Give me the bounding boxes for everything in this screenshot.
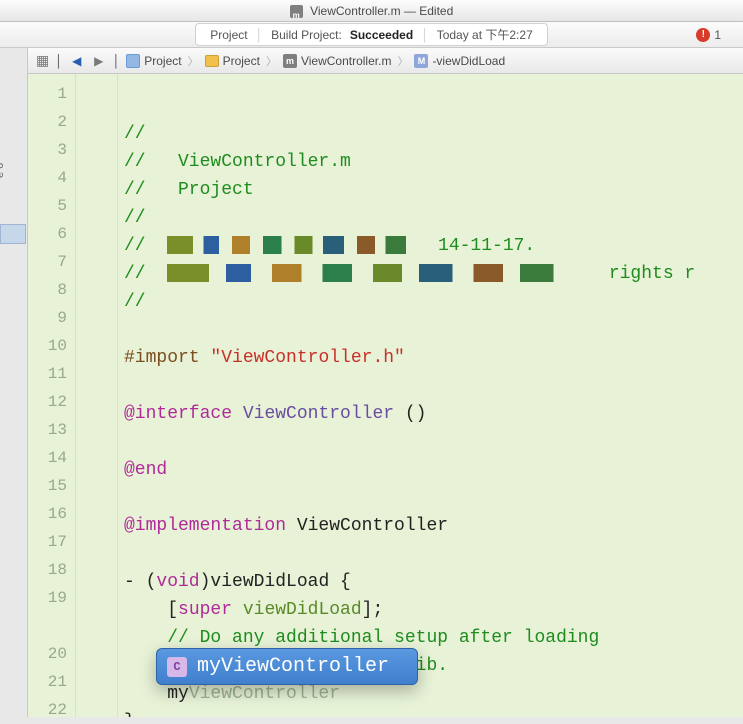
crumb-symbol[interactable]: M -viewDidLoad bbox=[414, 54, 505, 68]
line-number: 15 bbox=[28, 472, 75, 500]
jumpbar-divider: │ bbox=[113, 54, 121, 68]
code-line[interactable]: @end bbox=[124, 456, 743, 484]
status-sep-icon: │ bbox=[256, 28, 264, 42]
error-icon: ! bbox=[696, 28, 710, 42]
line-number: 2 bbox=[28, 108, 75, 136]
code-line[interactable] bbox=[124, 484, 743, 512]
line-number: 18 bbox=[28, 556, 75, 584]
code-content[interactable]: //// ViewController.m// Project//// 14-1… bbox=[118, 74, 743, 717]
folder-icon bbox=[205, 55, 219, 67]
code-line[interactable]: // bbox=[124, 120, 743, 148]
code-line[interactable]: [super viewDidLoad]; bbox=[124, 596, 743, 624]
code-line[interactable]: @interface ViewController () bbox=[124, 400, 743, 428]
left-selection-indicator[interactable] bbox=[0, 224, 26, 244]
line-number bbox=[28, 612, 75, 640]
crumb-project-root[interactable]: Project bbox=[126, 54, 181, 68]
build-status-pill[interactable]: Project │ Build Project: Succeeded │ Tod… bbox=[195, 23, 548, 46]
code-line[interactable]: // bbox=[124, 204, 743, 232]
redacted-block bbox=[167, 264, 587, 282]
redacted-block bbox=[167, 236, 427, 254]
chevron-right-icon: 〉 bbox=[397, 53, 408, 69]
line-number: 22 bbox=[28, 696, 75, 724]
line-number: 3 bbox=[28, 136, 75, 164]
related-items-icon[interactable]: ▦ bbox=[36, 52, 49, 69]
line-number: 17 bbox=[28, 528, 75, 556]
crumb-label: ViewController.m bbox=[301, 54, 391, 68]
line-number: 6 bbox=[28, 220, 75, 248]
activity-bar: Project │ Build Project: Succeeded │ Tod… bbox=[0, 22, 743, 48]
line-number: 11 bbox=[28, 360, 75, 388]
line-number: 20 bbox=[28, 640, 75, 668]
line-number-gutter: 12345678910111213141516171819202122 bbox=[28, 74, 76, 717]
crumb-folder[interactable]: Project bbox=[205, 54, 260, 68]
status-target: Project bbox=[210, 28, 247, 42]
code-line[interactable]: @implementation ViewController bbox=[124, 512, 743, 540]
line-number: 19 bbox=[28, 584, 75, 612]
line-number: 10 bbox=[28, 332, 75, 360]
issues-badge[interactable]: ! 1 bbox=[696, 28, 721, 42]
completion-label: myViewController bbox=[197, 655, 389, 678]
nav-back-icon[interactable]: ◀ bbox=[69, 53, 85, 69]
crumb-file[interactable]: m ViewController.m bbox=[283, 54, 391, 68]
line-number: 1 bbox=[28, 80, 75, 108]
file-m-icon: m bbox=[283, 54, 297, 68]
jumpbar-divider: │ bbox=[55, 54, 63, 68]
code-line[interactable]: // rights r bbox=[124, 260, 743, 288]
file-m-icon: m bbox=[290, 5, 303, 18]
status-action: Build Project: bbox=[271, 28, 342, 42]
window-titlebar: m ViewController.m — Edited bbox=[0, 0, 743, 22]
line-number: 16 bbox=[28, 500, 75, 528]
code-line[interactable]: // bbox=[124, 288, 743, 316]
status-sep-icon: │ bbox=[421, 28, 429, 42]
editor-area: ▦ │ ◀ ▶ │ Project 〉 Project 〉 m ViewCont… bbox=[28, 48, 743, 717]
code-line[interactable]: // ViewController.m bbox=[124, 148, 743, 176]
chevron-right-icon: 〉 bbox=[266, 53, 277, 69]
code-line[interactable]: // 14-11-17. bbox=[124, 232, 743, 260]
window-title-text: ViewController.m — Edited bbox=[310, 4, 453, 18]
code-line[interactable]: #import "ViewController.h" bbox=[124, 344, 743, 372]
nav-forward-icon[interactable]: ▶ bbox=[91, 53, 107, 69]
line-number: 9 bbox=[28, 304, 75, 332]
line-number: 7 bbox=[28, 248, 75, 276]
line-number: 5 bbox=[28, 192, 75, 220]
line-number: 21 bbox=[28, 668, 75, 696]
left-tab-label: e 6 bbox=[0, 163, 6, 178]
navigator-strip: e 6 bbox=[0, 48, 28, 717]
crumb-label: -viewDidLoad bbox=[432, 54, 505, 68]
project-icon bbox=[126, 54, 140, 68]
line-number: 13 bbox=[28, 416, 75, 444]
code-line[interactable] bbox=[124, 540, 743, 568]
jump-bar[interactable]: ▦ │ ◀ ▶ │ Project 〉 Project 〉 m ViewCont… bbox=[28, 48, 743, 74]
chevron-right-icon: 〉 bbox=[188, 53, 199, 69]
source-editor[interactable]: 12345678910111213141516171819202122 ////… bbox=[28, 74, 743, 717]
code-line[interactable]: - (void)viewDidLoad { bbox=[124, 568, 743, 596]
code-line[interactable] bbox=[124, 372, 743, 400]
line-number: 14 bbox=[28, 444, 75, 472]
completion-kind-icon: C bbox=[167, 657, 187, 677]
code-line[interactable]: // Project bbox=[124, 176, 743, 204]
crumb-label: Project bbox=[223, 54, 260, 68]
error-count: 1 bbox=[714, 28, 721, 42]
line-number: 8 bbox=[28, 276, 75, 304]
autocomplete-popup[interactable]: C myViewController bbox=[156, 648, 418, 685]
status-result: Succeeded bbox=[350, 28, 413, 42]
code-line[interactable] bbox=[124, 316, 743, 344]
status-time: Today at 下午2:27 bbox=[437, 26, 533, 43]
method-icon: M bbox=[414, 54, 428, 68]
code-line[interactable] bbox=[124, 428, 743, 456]
breakpoint-margin[interactable] bbox=[76, 74, 118, 717]
line-number: 12 bbox=[28, 388, 75, 416]
line-number: 4 bbox=[28, 164, 75, 192]
crumb-label: Project bbox=[144, 54, 181, 68]
code-line[interactable]: } bbox=[124, 708, 743, 717]
